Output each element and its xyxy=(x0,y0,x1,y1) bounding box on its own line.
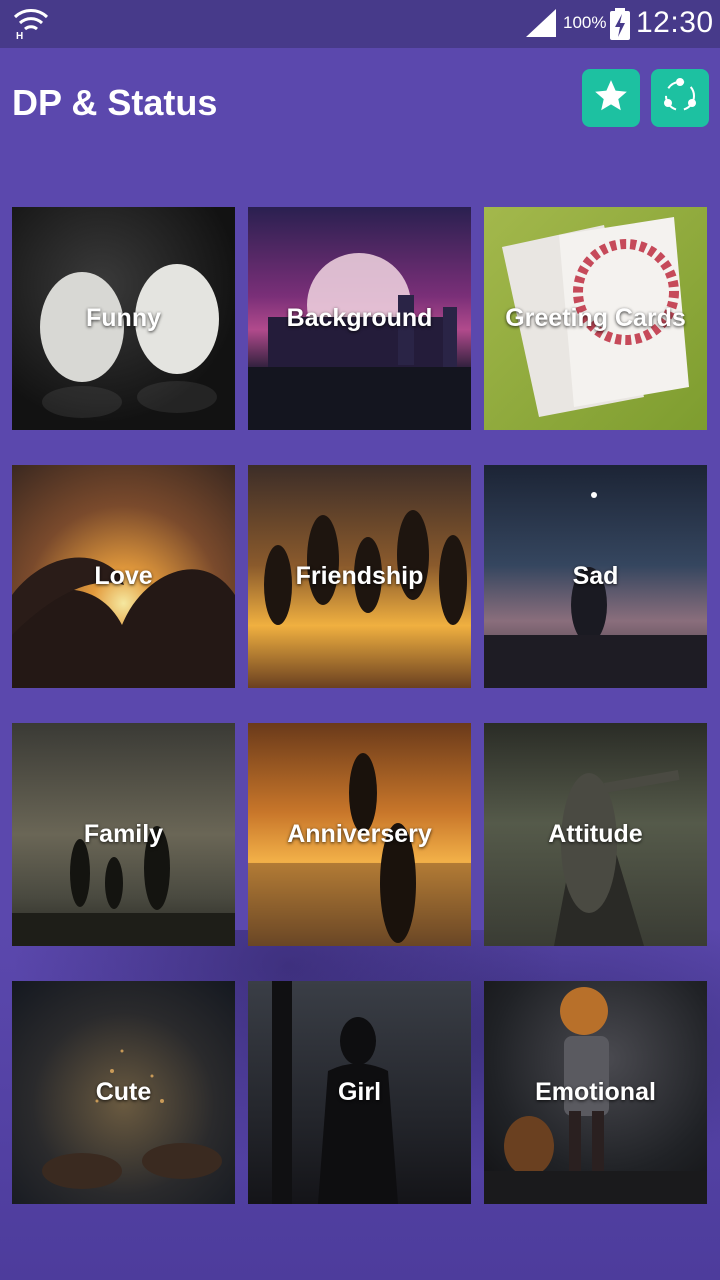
category-label: Sad xyxy=(572,562,619,590)
category-grid: Funny Background Greeting Cards Love Fri… xyxy=(12,207,708,1204)
page-title: DP & Status xyxy=(12,82,218,123)
category-tile-family[interactable]: Family xyxy=(12,723,235,946)
battery-percent: 100% xyxy=(563,13,607,32)
rate-button[interactable] xyxy=(582,69,640,127)
category-label: Background xyxy=(286,304,433,332)
category-label: Anniversery xyxy=(287,820,432,848)
star-icon xyxy=(592,77,630,120)
category-label: Attitude xyxy=(548,820,643,848)
category-tile-friendship[interactable]: Friendship xyxy=(248,465,471,688)
category-tile-girl[interactable]: Girl xyxy=(248,981,471,1204)
category-label: Cute xyxy=(95,1078,152,1106)
category-tile-love[interactable]: Love xyxy=(12,465,235,688)
category-tile-background[interactable]: Background xyxy=(248,207,471,430)
category-tile-funny[interactable]: Funny xyxy=(12,207,235,430)
category-label: Greeting Cards xyxy=(505,304,686,332)
category-label: Emotional xyxy=(535,1078,656,1106)
share-button[interactable] xyxy=(651,69,709,127)
category-tile-emotional[interactable]: Emotional xyxy=(484,981,707,1204)
category-tile-cute[interactable]: Cute xyxy=(12,981,235,1204)
category-tile-attitude[interactable]: Attitude xyxy=(484,723,707,946)
svg-text:H: H xyxy=(16,31,23,40)
category-label: Family xyxy=(83,820,164,848)
status-bar: H 100% 12:30 xyxy=(0,0,720,48)
wifi-icon: H xyxy=(12,6,50,45)
battery-charging-icon xyxy=(609,8,631,45)
signal-icon xyxy=(526,9,556,42)
category-label: Girl xyxy=(337,1078,382,1106)
category-tile-anniversery[interactable]: Anniversery xyxy=(248,723,471,946)
clock: 12:30 xyxy=(636,6,714,39)
share-icon xyxy=(659,75,701,122)
category-label: Love xyxy=(94,562,153,590)
category-tile-sad[interactable]: Sad xyxy=(484,465,707,688)
category-tile-greeting-cards[interactable]: Greeting Cards xyxy=(484,207,707,430)
category-label: Funny xyxy=(86,304,161,332)
category-label: Friendship xyxy=(295,562,424,590)
